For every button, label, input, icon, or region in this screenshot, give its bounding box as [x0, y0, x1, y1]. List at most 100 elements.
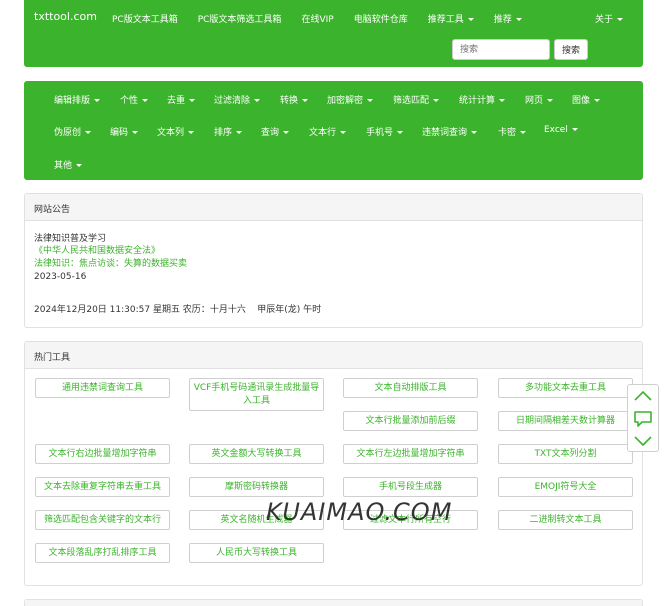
notice-date: 2023-05-16 — [34, 272, 87, 282]
brand-logo[interactable]: txttool.com — [34, 10, 97, 23]
category-item[interactable]: 其他 — [54, 158, 83, 171]
tool-button[interactable]: 英文金额大写转换工具 — [189, 444, 324, 464]
tool-button[interactable]: 文本自动排版工具 — [343, 378, 478, 398]
nav-about-label: 关于 — [594, 15, 613, 25]
notice-link[interactable]: 法律知识：焦点访谈：失算的数据买卖 — [34, 258, 187, 270]
category-item[interactable]: 编辑排版 — [54, 93, 101, 106]
tool-button[interactable]: 文本行右边批量增加字符串 — [35, 444, 170, 464]
chevron-down-icon — [397, 131, 404, 134]
category-label: 查询 — [261, 128, 280, 138]
category-item[interactable]: 伪原创 — [54, 125, 92, 138]
category-label: 手机号 — [366, 128, 394, 138]
chevron-down-icon — [283, 131, 290, 134]
chevron-down-icon — [515, 18, 522, 21]
nav-pc-toolbox[interactable]: PC版文本工具箱 — [112, 12, 178, 25]
top-nav: PC版文本工具箱 PC版文本筛选工具箱 在线VIP 电脑软件仓库 推荐工具 推荐 — [112, 12, 542, 25]
category-item[interactable]: 文本列 — [157, 125, 195, 138]
chevron-down-icon — [236, 131, 243, 134]
tool-button[interactable]: 文本行左边批量增加字符串 — [343, 444, 478, 464]
nav-recommend-label: 推荐 — [493, 15, 512, 25]
category-item[interactable]: 加密解密 — [327, 93, 374, 106]
chevron-down-icon — [302, 99, 309, 102]
category-item[interactable]: 违禁词查询 — [422, 125, 478, 138]
next-panel — [24, 599, 643, 606]
hot-tools-title: 热门工具 — [25, 342, 642, 369]
category-label: 文本行 — [309, 128, 337, 138]
chevron-down-icon — [94, 99, 101, 102]
nav-recommended-tools[interactable]: 推荐工具 — [428, 12, 474, 25]
category-label: 筛选匹配 — [393, 96, 430, 106]
tool-button[interactable]: 文本段落乱序打乱排序工具 — [35, 543, 170, 563]
category-item[interactable]: 文本行 — [309, 125, 347, 138]
top-navbar: txttool.com PC版文本工具箱 PC版文本筛选工具箱 在线VIP 电脑… — [24, 0, 643, 67]
floating-widget — [627, 384, 659, 452]
category-label: 卡密 — [498, 128, 517, 138]
category-item[interactable]: 过滤清除 — [214, 93, 261, 106]
category-label: 编码 — [110, 128, 129, 138]
chevron-down-icon — [499, 99, 506, 102]
chevron-down-icon — [188, 131, 195, 134]
category-label: 伪原创 — [54, 128, 82, 138]
category-label: 图像 — [572, 96, 591, 106]
category-item[interactable]: 卡密 — [498, 125, 527, 138]
chevron-down-icon — [142, 99, 149, 102]
category-item[interactable]: 个性 — [120, 93, 149, 106]
chevron-down-icon — [471, 131, 478, 134]
tool-button[interactable]: TXT文本列分割 — [498, 444, 633, 464]
search-button[interactable]: 搜索 — [554, 39, 588, 60]
tool-button[interactable]: 筛选匹配包含关键字的文本行 — [35, 510, 170, 530]
tool-button[interactable]: 手机号段生成器 — [343, 477, 478, 497]
tool-button[interactable]: 日期间隔相差天数计算器 — [498, 411, 633, 431]
nav-software-repo[interactable]: 电脑软件仓库 — [354, 12, 408, 25]
category-item[interactable]: 网页 — [525, 93, 554, 106]
category-item[interactable]: 编码 — [110, 125, 139, 138]
nav-recommended-tools-label: 推荐工具 — [427, 15, 464, 25]
notice-panel: 网站公告 法律知识普及学习 《中华人民共和国数据安全法》 法律知识：焦点访谈：失… — [24, 193, 643, 328]
category-menu: 编辑排版 个性 去重 过滤清除 转换 加密解密 筛选匹配 统计计算 网页 图像 … — [24, 81, 643, 180]
category-item[interactable]: 筛选匹配 — [393, 93, 440, 106]
tool-button[interactable]: 文本行批量添加前后缀 — [343, 411, 478, 431]
category-label: 其他 — [54, 161, 73, 171]
category-item[interactable]: Excel — [544, 125, 578, 135]
chevron-up-icon[interactable] — [633, 388, 653, 404]
nav-pc-filter-toolbox[interactable]: PC版文本筛选工具箱 — [198, 12, 282, 25]
tool-button[interactable]: 摩斯密码转换器 — [189, 477, 324, 497]
chevron-down-icon — [520, 131, 527, 134]
category-label: 去重 — [167, 96, 186, 106]
current-datetime: 2024年12月20日 11:30:57 星期五 农历：十月十六 甲辰年(龙) … — [34, 305, 322, 315]
category-item[interactable]: 统计计算 — [459, 93, 506, 106]
chevron-down-icon — [367, 99, 374, 102]
chevron-down-icon[interactable] — [633, 433, 653, 449]
category-item[interactable]: 手机号 — [366, 125, 404, 138]
category-label: 个性 — [120, 96, 139, 106]
tool-button[interactable]: 人民币大写转换工具 — [189, 543, 324, 563]
chevron-down-icon — [132, 131, 139, 134]
category-label: 违禁词查询 — [422, 128, 468, 138]
tool-button[interactable]: 通用违禁词查询工具 — [35, 378, 170, 398]
nav-recommend[interactable]: 推荐 — [494, 12, 522, 25]
search-input[interactable] — [452, 39, 550, 60]
category-item[interactable]: 转换 — [280, 93, 309, 106]
category-label: 编辑排版 — [54, 96, 91, 106]
category-item[interactable]: 去重 — [167, 93, 196, 106]
nav-online-vip[interactable]: 在线VIP — [301, 12, 333, 25]
chevron-down-icon — [433, 99, 440, 102]
tool-button[interactable]: VCF手机号码通讯录生成批量导入工具 — [189, 378, 324, 411]
notice-link[interactable]: 《中华人民共和国数据安全法》 — [34, 245, 160, 257]
nav-about[interactable]: 关于 — [595, 12, 623, 25]
chevron-down-icon — [547, 99, 554, 102]
category-item[interactable]: 图像 — [572, 93, 601, 106]
chevron-down-icon — [467, 18, 474, 21]
notice-title: 网站公告 — [25, 194, 642, 221]
tool-button[interactable]: 多功能文本去重工具 — [498, 378, 633, 398]
chevron-down-icon — [594, 99, 601, 102]
category-label: 过滤清除 — [214, 96, 251, 106]
category-label: Excel — [544, 125, 568, 135]
tool-button[interactable]: EMOJI符号大全 — [498, 477, 633, 497]
category-item[interactable]: 排序 — [214, 125, 243, 138]
comment-icon[interactable] — [633, 410, 653, 428]
tool-button[interactable]: 二进制转文本工具 — [498, 510, 633, 530]
category-item[interactable]: 查询 — [261, 125, 290, 138]
tool-button[interactable]: 文本去除重复字符串去重工具 — [35, 477, 170, 497]
category-label: 统计计算 — [459, 96, 496, 106]
